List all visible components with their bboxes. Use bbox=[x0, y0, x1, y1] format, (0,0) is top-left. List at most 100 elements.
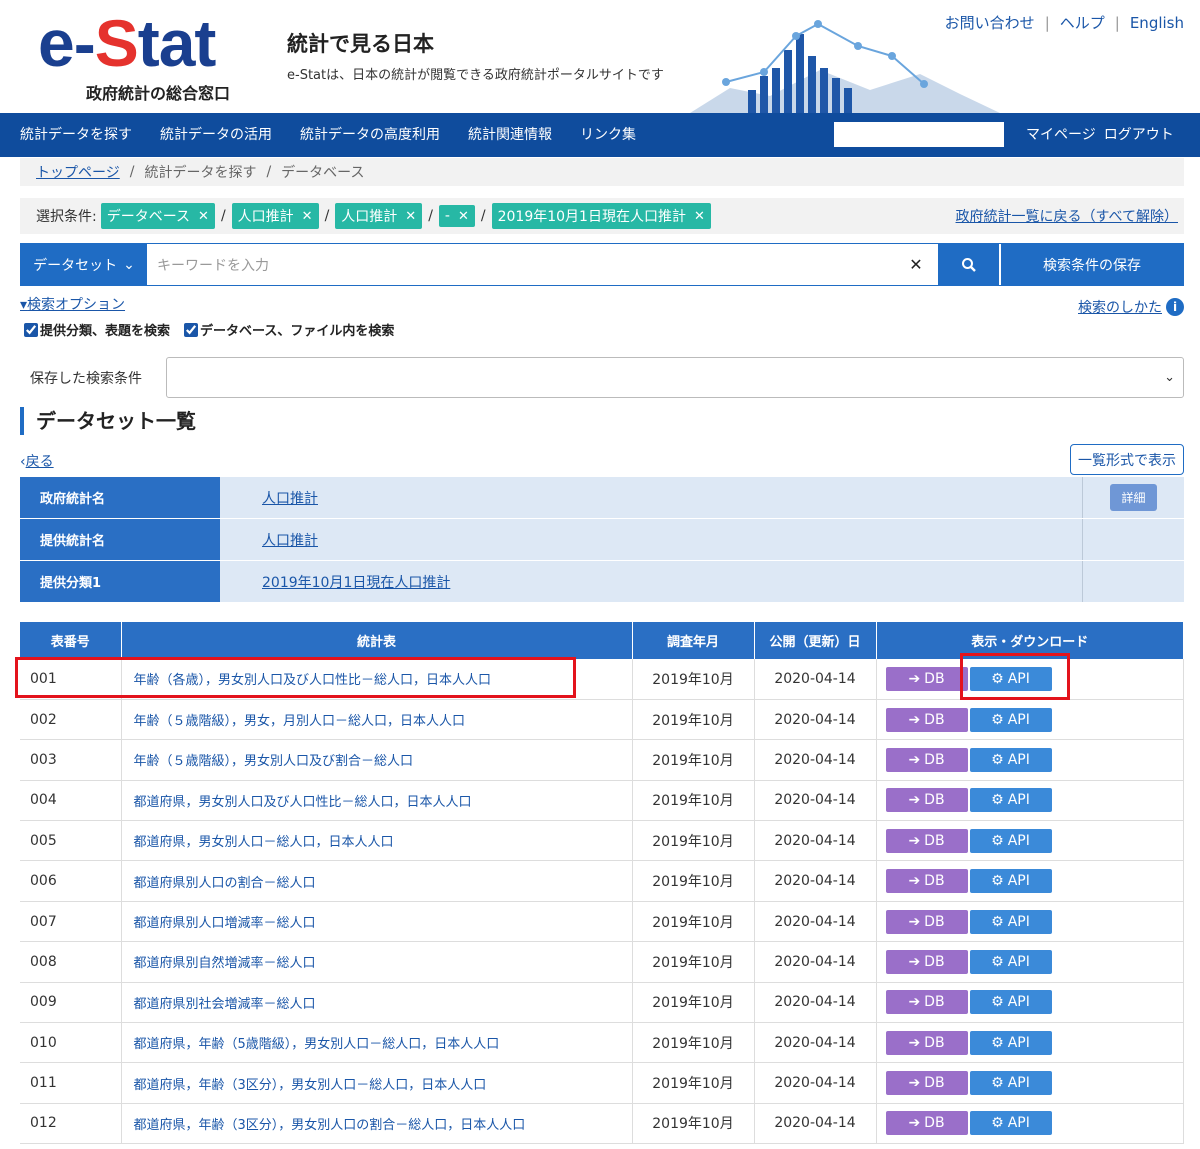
save-search-button[interactable]: 検索条件の保存 bbox=[999, 244, 1183, 285]
highlight-box-row bbox=[15, 657, 576, 698]
dataset-table: 表番号 統計表 調査年月 公開（更新）日 表示・ダウンロード 001 年齢（各歳）… bbox=[20, 622, 1184, 1145]
survey-date: 2019年10月 bbox=[632, 659, 755, 700]
filter-chip[interactable]: 2019年10月1日現在人口推計 ✕ bbox=[491, 203, 711, 229]
close-icon[interactable]: ✕ bbox=[694, 209, 705, 224]
table-number: 003 bbox=[20, 739, 122, 781]
table-title-link[interactable]: 都道府県，年齢（3区分），男女別人口－総人口，日本人人口 bbox=[134, 1078, 487, 1093]
filter-chip[interactable]: データベース ✕ bbox=[100, 203, 215, 229]
check-classification[interactable]: 提供分類、表題を検索 bbox=[24, 320, 170, 339]
help-link[interactable]: ヘルプ bbox=[1060, 12, 1105, 33]
db-button[interactable]: ➔ DB bbox=[885, 828, 968, 853]
filter-chip[interactable]: 人口推計 ✕ bbox=[231, 203, 319, 229]
db-button[interactable]: ➔ DB bbox=[885, 909, 968, 934]
nav-related-info[interactable]: 統計関連情報 bbox=[454, 113, 566, 157]
check-database[interactable]: データベース、ファイル内を検索 bbox=[184, 320, 394, 339]
back-link[interactable]: ‹戻る bbox=[20, 451, 54, 471]
table-title-link[interactable]: 都道府県，男女別人口－総人口，日本人人口 bbox=[134, 835, 394, 850]
info-key: 提供分類1 bbox=[20, 561, 220, 602]
breadcrumb-top[interactable]: トップページ bbox=[36, 162, 120, 182]
logout-link[interactable]: ログアウト bbox=[1104, 113, 1174, 157]
table-title-link[interactable]: 都道府県別人口の割合－総人口 bbox=[134, 876, 316, 891]
db-button[interactable]: ➔ DB bbox=[885, 949, 968, 974]
mypage-link[interactable]: マイページ bbox=[1026, 113, 1096, 157]
saved-conditions: 保存した検索条件 ⌄ bbox=[20, 357, 1184, 398]
api-button[interactable]: ⚙ API bbox=[969, 869, 1052, 894]
table-title-link[interactable]: 都道府県，男女別人口及び人口性比－総人口，日本人人口 bbox=[134, 795, 472, 810]
api-button[interactable]: ⚙ API bbox=[969, 1030, 1052, 1055]
db-button[interactable]: ➔ DB bbox=[885, 747, 968, 772]
breadcrumb: トップページ / 統計データを探す / データベース bbox=[20, 158, 1184, 186]
info-value-link[interactable]: 人口推計 bbox=[262, 530, 318, 550]
list-view-button[interactable]: 一覧形式で表示 bbox=[1070, 444, 1184, 475]
search-type-dropdown[interactable]: データセット ⌄ bbox=[21, 244, 147, 285]
site-header: e-Stat 政府統計の総合窓口 統計で見る日本 e-Statは、日本の統計が閲… bbox=[0, 0, 1200, 113]
info-value-link[interactable]: 人口推計 bbox=[262, 488, 318, 508]
checkbox[interactable] bbox=[24, 322, 38, 337]
api-button[interactable]: ⚙ API bbox=[969, 788, 1052, 813]
nav-search-input[interactable] bbox=[834, 122, 1004, 147]
api-button[interactable]: ⚙ API bbox=[969, 1071, 1052, 1096]
survey-date: 2019年10月 bbox=[632, 1062, 755, 1104]
filter-chip[interactable]: 人口推計 ✕ bbox=[335, 203, 423, 229]
table-title-link[interactable]: 都道府県，年齢（5歳階級），男女別人口－総人口，日本人人口 bbox=[134, 1037, 500, 1052]
table-title-link[interactable]: 都道府県別人口増減率－総人口 bbox=[134, 916, 316, 931]
column-header: 統計表 bbox=[121, 622, 633, 659]
db-button[interactable]: ➔ DB bbox=[885, 1111, 968, 1136]
api-button[interactable]: ⚙ API bbox=[969, 707, 1052, 732]
table-title-link[interactable]: 都道府県，年齢（3区分），男女別人口の割合－総人口，日本人人口 bbox=[134, 1118, 526, 1133]
api-button[interactable]: ⚙ API bbox=[969, 1111, 1052, 1136]
contact-link[interactable]: お問い合わせ bbox=[945, 12, 1035, 33]
arrow-right-icon: ➔ bbox=[908, 1115, 921, 1132]
db-button[interactable]: ➔ DB bbox=[885, 869, 968, 894]
db-button[interactable]: ➔ DB bbox=[885, 1030, 968, 1055]
table-row: 005 都道府県，男女別人口－総人口，日本人人口 2019年10月 2020-04-1… bbox=[20, 820, 1184, 862]
checkbox[interactable] bbox=[184, 322, 199, 337]
saved-conditions-select[interactable]: ⌄ bbox=[166, 357, 1184, 398]
table-title-link[interactable]: 都道府県別自然増減率－総人口 bbox=[134, 956, 316, 971]
db-button[interactable]: ➔ DB bbox=[885, 707, 968, 732]
table-number: 012 bbox=[20, 1103, 122, 1145]
close-icon[interactable]: ✕ bbox=[198, 209, 209, 224]
survey-date: 2019年10月 bbox=[632, 699, 755, 741]
english-link[interactable]: English bbox=[1130, 14, 1184, 32]
estat-logo[interactable]: e-Stat 政府統計の総合窓口 bbox=[38, 6, 243, 106]
how-to-search-link[interactable]: 検索のしかた i bbox=[1078, 297, 1184, 317]
publish-date: 2020-04-14 bbox=[754, 1062, 877, 1104]
close-icon[interactable]: ✕ bbox=[458, 209, 469, 224]
table-title-link[interactable]: 年齢（５歳階級），男女別人口及び割合－総人口 bbox=[134, 754, 414, 769]
keyword-input[interactable] bbox=[147, 244, 895, 285]
gears-icon: ⚙ bbox=[991, 953, 1004, 970]
api-button[interactable]: ⚙ API bbox=[969, 747, 1052, 772]
publish-date: 2020-04-14 bbox=[754, 820, 877, 862]
nav-links[interactable]: リンク集 bbox=[566, 113, 650, 157]
search-button[interactable] bbox=[937, 244, 999, 285]
api-button[interactable]: ⚙ API bbox=[969, 828, 1052, 853]
api-button[interactable]: ⚙ API bbox=[969, 990, 1052, 1015]
search-options-toggle[interactable]: ▾検索オプション bbox=[20, 294, 125, 314]
detail-button[interactable]: 詳細 bbox=[1110, 484, 1157, 511]
table-title-link[interactable]: 都道府県別社会増減率－総人口 bbox=[134, 997, 316, 1012]
info-value-link[interactable]: 2019年10月1日現在人口推計 bbox=[262, 572, 450, 592]
column-header: 調査年月 bbox=[632, 622, 755, 659]
search-bar: データセット ⌄ ✕ 検索条件の保存 bbox=[20, 243, 1184, 286]
clear-search-icon[interactable]: ✕ bbox=[895, 244, 937, 285]
nav-search-data[interactable]: 統計データを探す bbox=[0, 113, 146, 157]
filter-label: 選択条件: bbox=[36, 209, 97, 225]
clear-all-link[interactable]: 政府統計一覧に戻る（すべて解除） bbox=[956, 206, 1178, 226]
db-button[interactable]: ➔ DB bbox=[885, 1071, 968, 1096]
db-button[interactable]: ➔ DB bbox=[885, 990, 968, 1015]
publish-date: 2020-04-14 bbox=[754, 739, 877, 781]
close-icon[interactable]: ✕ bbox=[302, 209, 313, 224]
chevron-down-icon: ⌄ bbox=[1164, 370, 1175, 385]
filter-chip[interactable]: - ✕ bbox=[438, 205, 475, 227]
top-links: お問い合わせ | ヘルプ | English bbox=[944, 12, 1184, 33]
close-icon[interactable]: ✕ bbox=[405, 209, 416, 224]
table-title-link[interactable]: 年齢（５歳階級），男女，月別人口－総人口，日本人人口 bbox=[134, 714, 466, 729]
nav-advanced-use[interactable]: 統計データの高度利用 bbox=[286, 113, 454, 157]
nav-use-data[interactable]: 統計データの活用 bbox=[146, 113, 286, 157]
db-button[interactable]: ➔ DB bbox=[885, 666, 968, 691]
api-button[interactable]: ⚙ API bbox=[969, 949, 1052, 974]
api-button[interactable]: ⚙ API bbox=[969, 909, 1052, 934]
arrow-right-icon: ➔ bbox=[908, 792, 921, 809]
db-button[interactable]: ➔ DB bbox=[885, 788, 968, 813]
